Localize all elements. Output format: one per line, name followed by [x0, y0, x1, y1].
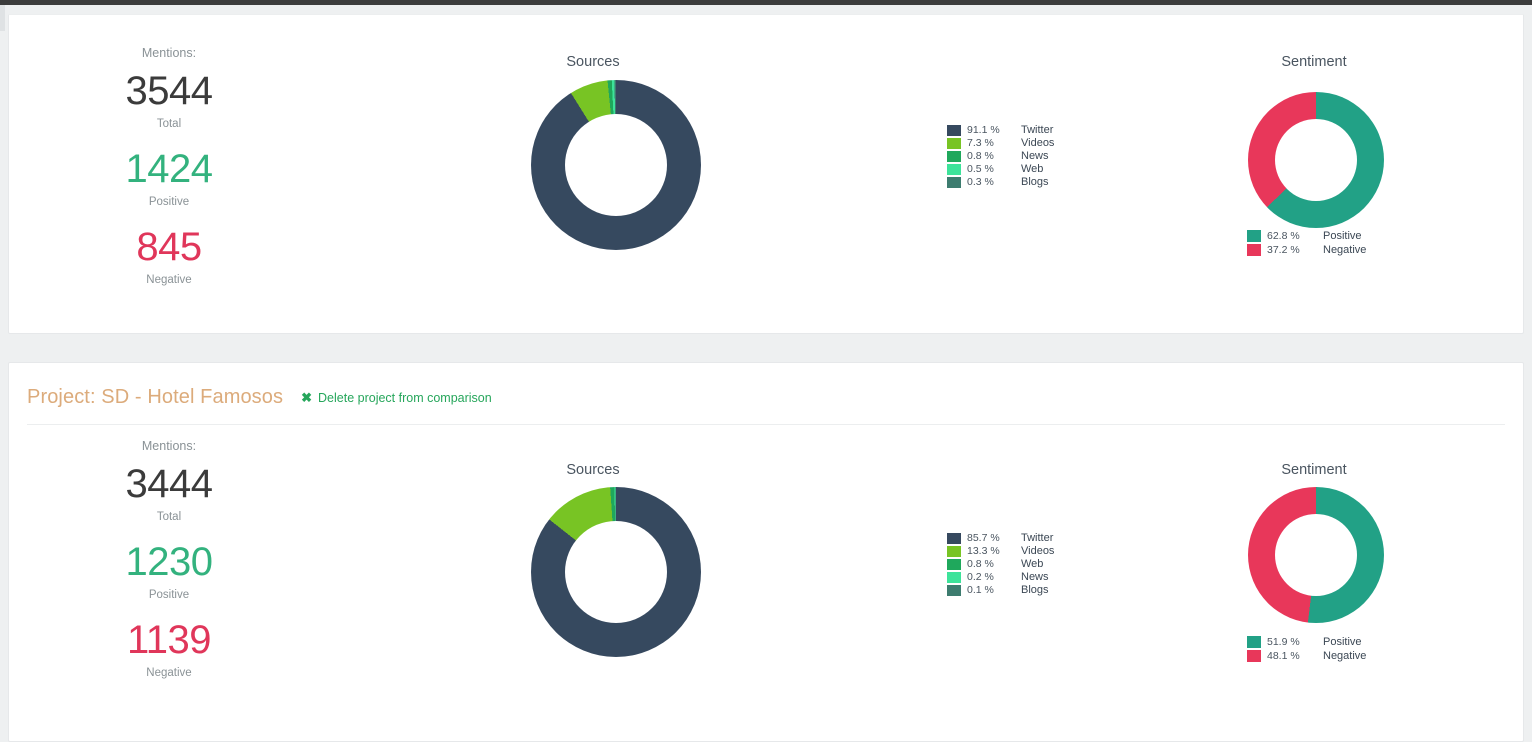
legend-color-swatch [1247, 230, 1261, 242]
legend-row: 0.8 % News [947, 150, 1054, 163]
left-rail [0, 5, 5, 31]
legend-color-swatch [947, 585, 961, 596]
positive-mentions-value: 1230 [125, 540, 213, 584]
project-panel-2: Project: SD - Hotel Famosos ✖ Delete pro… [8, 362, 1524, 742]
delete-project-label: Delete project from comparison [318, 390, 492, 405]
legend-color-swatch [947, 125, 961, 136]
legend-series-name: Videos [1021, 137, 1055, 149]
legend-percent: 7.3 % [967, 137, 994, 149]
sources-chart-title-2: Sources [566, 462, 620, 478]
sources-donut-chart-2[interactable] [531, 487, 701, 657]
legend-series-name: News [1021, 150, 1049, 162]
delete-project-from-comparison-button[interactable]: ✖ Delete project from comparison [301, 391, 492, 405]
legend-color-swatch [947, 546, 961, 557]
legend-percent: 0.3 % [967, 176, 994, 188]
legend-color-swatch [947, 151, 961, 162]
panel-divider [9, 14, 1523, 15]
legend-row: 0.2 % News [947, 571, 1054, 584]
legend-percent: 0.5 % [967, 163, 994, 175]
legend-row: 0.5 % Web [947, 163, 1054, 176]
legend-percent: 51.9 % [1267, 636, 1300, 648]
legend-row: 7.3 % Videos [947, 137, 1054, 150]
legend-percent: 13.3 % [967, 545, 1000, 557]
sentiment-legend-1: 62.8 % Positive 37.2 % Negative [1247, 229, 1366, 257]
mentions-caption: Mentions: [141, 46, 197, 60]
sources-donut-chart-1[interactable] [531, 80, 701, 250]
legend-row: 48.1 % Negative [1247, 649, 1366, 663]
total-mentions-label: Total [156, 118, 182, 130]
legend-color-swatch [947, 138, 961, 149]
app-header-strip [0, 0, 1532, 5]
negative-mentions-label: Negative [146, 274, 192, 286]
sources-legend-2: 85.7 % Twitter 13.3 % Videos 0.8 % Web 0.2 % Ne… [947, 532, 1054, 597]
positive-mentions-label: Positive [148, 589, 190, 601]
legend-color-swatch [947, 164, 961, 175]
legend-percent: 37.2 % [1267, 244, 1300, 256]
legend-series-name: Web [1021, 163, 1044, 175]
legend-series-name: Positive [1323, 230, 1362, 242]
legend-row: 91.1 % Twitter [947, 124, 1054, 137]
legend-color-swatch [1247, 650, 1261, 662]
legend-row: 13.3 % Videos [947, 545, 1054, 558]
sentiment-chart-title-2: Sentiment [1281, 462, 1347, 478]
sentiment-legend-2: 51.9 % Positive 48.1 % Negative [1247, 635, 1366, 663]
project-title: Project: SD - Hotel Famosos [27, 386, 284, 408]
mentions-caption: Mentions: [141, 439, 197, 453]
sources-legend-1: 91.1 % Twitter 7.3 % Videos 0.8 % News 0.5 % We… [947, 124, 1054, 189]
legend-series-name: Negative [1323, 244, 1367, 256]
project-panel-1: Mentions: 3544 Total 1424 Positive 845 N… [8, 14, 1524, 334]
legend-row: 62.8 % Positive [1247, 229, 1366, 243]
legend-series-name: Blogs [1021, 176, 1049, 188]
legend-row: 37.2 % Negative [1247, 243, 1366, 257]
legend-series-name: Positive [1323, 636, 1362, 648]
legend-row: 0.1 % Blogs [947, 584, 1054, 597]
legend-row: 0.3 % Blogs [947, 176, 1054, 189]
legend-series-name: Videos [1021, 545, 1055, 557]
legend-series-name: Twitter [1021, 124, 1054, 136]
legend-row: 51.9 % Positive [1247, 635, 1366, 649]
total-mentions-label: Total [156, 511, 182, 523]
sentiment-chart-title-1: Sentiment [1281, 54, 1347, 70]
legend-percent: 0.8 % [967, 558, 994, 570]
mentions-summary-1: Mentions: 3544 Total 1424 Positive 845 N… [59, 46, 279, 302]
legend-color-swatch [1247, 636, 1261, 648]
legend-percent: 0.1 % [967, 584, 994, 596]
legend-row: 85.7 % Twitter [947, 532, 1054, 545]
total-mentions-value: 3544 [125, 69, 213, 113]
project-header-2: Project: SD - Hotel Famosos ✖ Delete pro… [27, 381, 1505, 425]
comparison-dashboard: Mentions: 3544 Total 1424 Positive 845 N… [0, 0, 1532, 742]
sentiment-donut-chart-1[interactable] [1248, 92, 1384, 228]
negative-mentions-value: 845 [136, 225, 202, 269]
legend-percent: 48.1 % [1267, 650, 1300, 662]
legend-percent: 0.8 % [967, 150, 994, 162]
legend-series-name: Negative [1323, 650, 1367, 662]
positive-mentions-value: 1424 [125, 147, 213, 191]
legend-color-swatch [947, 177, 961, 188]
legend-color-swatch [1247, 244, 1261, 256]
sources-chart-title-1: Sources [566, 54, 620, 70]
legend-color-swatch [947, 559, 961, 570]
legend-color-swatch [947, 572, 961, 583]
legend-series-name: Blogs [1021, 584, 1049, 596]
total-mentions-value: 3444 [125, 462, 213, 506]
mentions-summary-2: Mentions: 3444 Total 1230 Positive 1139 … [59, 439, 279, 695]
negative-mentions-label: Negative [146, 667, 192, 679]
legend-color-swatch [947, 533, 961, 544]
sentiment-donut-chart-2[interactable] [1248, 487, 1384, 623]
legend-percent: 91.1 % [967, 124, 1000, 136]
legend-percent: 0.2 % [967, 571, 994, 583]
legend-series-name: Web [1021, 558, 1044, 570]
legend-series-name: News [1021, 571, 1049, 583]
positive-mentions-label: Positive [148, 196, 190, 208]
legend-percent: 62.8 % [1267, 230, 1300, 242]
negative-mentions-value: 1139 [126, 618, 212, 662]
close-x-icon: ✖ [301, 390, 313, 405]
legend-row: 0.8 % Web [947, 558, 1054, 571]
legend-percent: 85.7 % [967, 532, 1000, 544]
legend-series-name: Twitter [1021, 532, 1054, 544]
